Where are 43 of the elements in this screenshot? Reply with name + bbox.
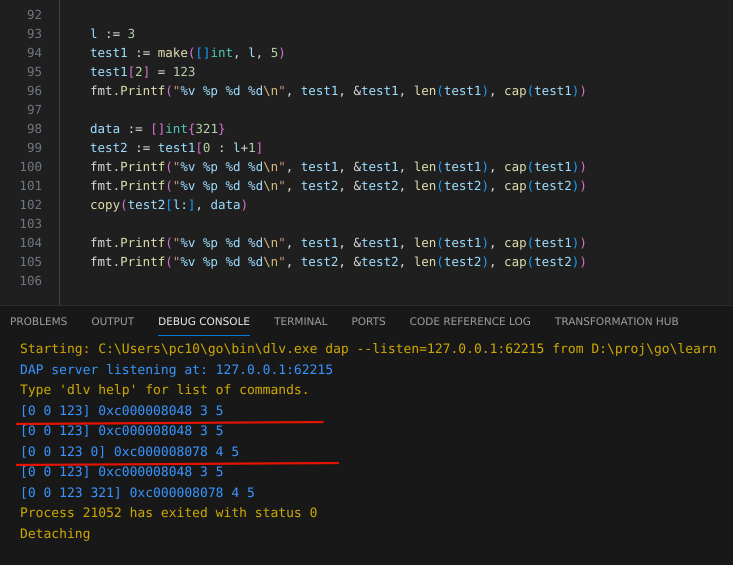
line-number: 106 (18, 273, 42, 288)
console-line: Process 21052 has exited with status 0 (20, 506, 318, 521)
line-number: 95 (26, 64, 42, 79)
line-number: 105 (18, 254, 42, 269)
line-number: 93 (26, 26, 42, 41)
line-number: 100 (18, 159, 42, 174)
console-line: [0 0 123] 0xc000008048 3 5 (20, 424, 224, 439)
console-line: Type 'dlv help' for list of commands. (20, 383, 310, 398)
line-number: 97 (26, 102, 42, 117)
console-line: Starting: C:\Users\pc10\go\bin\dlv.exe dap --listen=127.0.0.1:62215 from D:\proj\go\learn (20, 342, 717, 357)
console-line: DAP server listening at: 127.0.0.1:62215 (20, 362, 334, 378)
code-line: fmt.Printf("%v %p %d %d\n", test1, &test1, len(test1), cap(test1)) (90, 159, 587, 174)
code-line: test1[2] = 123 (90, 64, 196, 79)
code-line: test1 := make([]int, l, 5) (90, 45, 286, 60)
line-number: 94 (26, 45, 42, 60)
code-line: fmt.Printf("%v %p %d %d\n", test2, &test2, len(test2), cap(test2)) (90, 254, 587, 269)
panel-tab[interactable]: CODE REFERENCE LOG (410, 308, 531, 336)
line-number: 104 (18, 235, 42, 250)
code-line: fmt.Printf("%v %p %d %d\n", test1, &test1, len(test1), cap(test1)) (90, 235, 587, 250)
code-line: l := 3 (90, 26, 136, 41)
console-line: [0 0 123 321] 0xc000008078 4 5 (20, 486, 255, 500)
console-line: Detaching (20, 526, 90, 542)
panel-tab[interactable]: OUTPUT (91, 308, 134, 336)
line-number: 101 (18, 178, 42, 193)
line-number: 92 (26, 7, 42, 22)
line-number: 99 (26, 140, 42, 155)
line-number: 96 (26, 83, 42, 98)
console-line: [0 0 123] 0xc000008048 3 5 (20, 465, 224, 480)
panel-tab[interactable]: DEBUG CONSOLE (158, 308, 250, 336)
code-line: test2 := test1[0 : l+1] (90, 140, 264, 155)
code-line: fmt.Printf("%v %p %d %d\n", test1, &test1, len(test1), cap(test1)) (90, 83, 587, 98)
console-line: [0 0 123] 0xc000008048 3 5 (20, 404, 224, 418)
panel-tab[interactable]: PROBLEMS (10, 308, 68, 336)
panel-tab[interactable]: TRANSFORMATION HUB (554, 308, 679, 336)
code-line: fmt.Printf("%v %p %d %d\n", test2, &test2, len(test2), cap(test2)) (90, 178, 587, 193)
console-line: [0 0 123 0] 0xc000008078 4 5 (20, 444, 240, 460)
code-line: copy(test2[l:], data) (90, 197, 248, 212)
panel-tab[interactable]: TERMINAL (274, 308, 328, 336)
code-line: data := []int{321} (90, 121, 226, 136)
line-number: 98 (26, 121, 42, 136)
line-number: 102 (18, 197, 42, 212)
panel-tab[interactable]: PORTS (351, 308, 386, 336)
line-number: 103 (18, 216, 42, 231)
